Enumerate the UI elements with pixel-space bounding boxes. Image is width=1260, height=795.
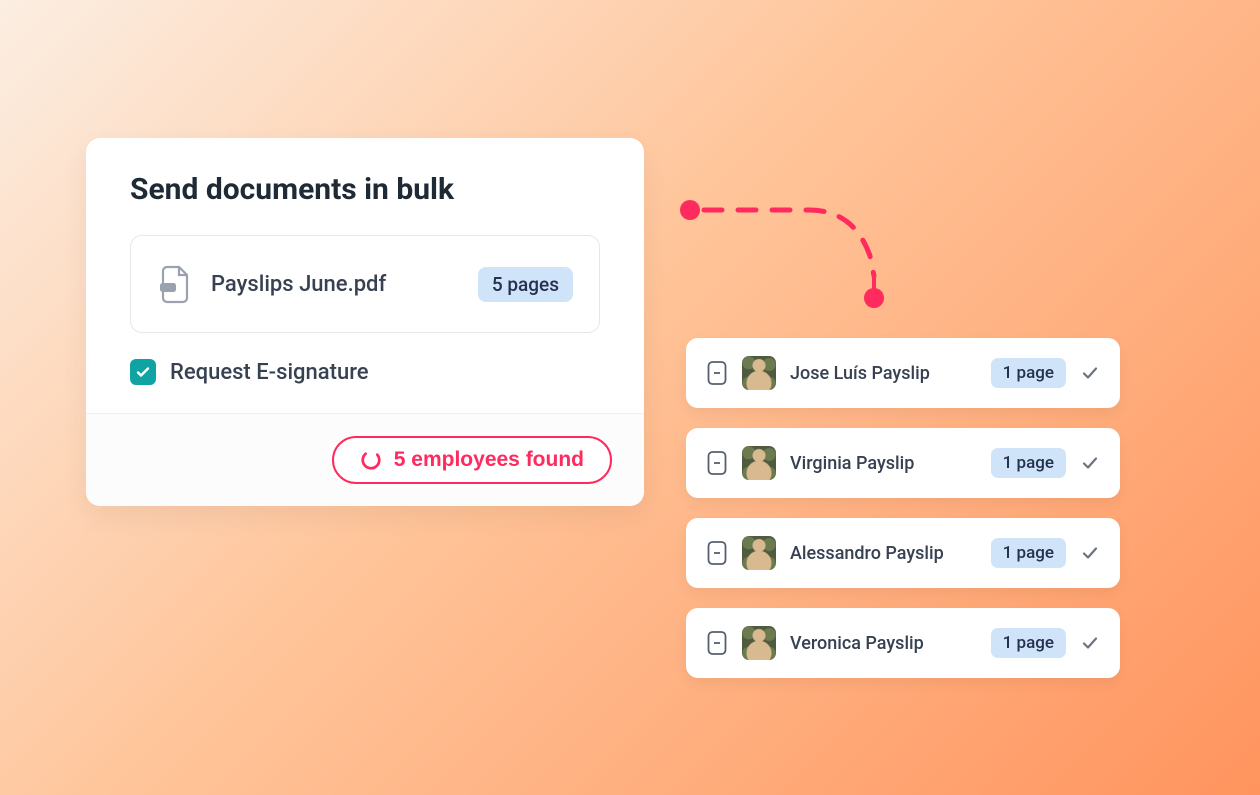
esignature-label: Request E-signature — [170, 360, 369, 385]
document-icon — [706, 360, 728, 386]
svg-text:PDF: PDF — [163, 286, 175, 292]
check-icon — [1080, 543, 1100, 563]
card-footer: 5 employees found — [86, 413, 644, 506]
file-pages-badge: 5 pages — [478, 267, 573, 302]
pdf-file-icon: PDF — [157, 264, 191, 304]
card-body: Send documents in bulk PDF Payslips June… — [86, 138, 644, 413]
bulk-send-card: Send documents in bulk PDF Payslips June… — [86, 138, 644, 506]
avatar — [742, 626, 776, 660]
esignature-row[interactable]: Request E-signature — [130, 359, 600, 385]
file-name: Payslips June.pdf — [211, 272, 458, 297]
pages-badge: 1 page — [991, 448, 1066, 478]
employee-row[interactable]: Jose Luís Payslip 1 page — [686, 338, 1120, 408]
check-icon — [1080, 453, 1100, 473]
pages-badge: 1 page — [991, 358, 1066, 388]
employee-rows: Jose Luís Payslip 1 page Virginia Paysli… — [686, 338, 1120, 678]
document-icon — [706, 630, 728, 656]
employee-row[interactable]: Virginia Payslip 1 page — [686, 428, 1120, 498]
document-icon — [706, 540, 728, 566]
employees-found-button[interactable]: 5 employees found — [332, 436, 612, 484]
avatar — [742, 536, 776, 570]
employee-row[interactable]: Alessandro Payslip 1 page — [686, 518, 1120, 588]
document-icon — [706, 450, 728, 476]
pages-badge: 1 page — [991, 628, 1066, 658]
spinner-icon — [360, 449, 382, 471]
esignature-checkbox[interactable] — [130, 359, 156, 385]
file-upload-well[interactable]: PDF Payslips June.pdf 5 pages — [130, 235, 600, 333]
connector-line — [674, 194, 904, 314]
card-title: Send documents in bulk — [130, 172, 600, 207]
pages-badge: 1 page — [991, 538, 1066, 568]
check-icon — [1080, 633, 1100, 653]
employees-found-label: 5 employees found — [394, 448, 584, 472]
employee-name: Veronica Payslip — [790, 633, 977, 654]
avatar — [742, 446, 776, 480]
employee-name: Virginia Payslip — [790, 453, 977, 474]
employee-name: Jose Luís Payslip — [790, 363, 977, 384]
employee-row[interactable]: Veronica Payslip 1 page — [686, 608, 1120, 678]
avatar — [742, 356, 776, 390]
employee-name: Alessandro Payslip — [790, 543, 977, 564]
check-icon — [1080, 363, 1100, 383]
